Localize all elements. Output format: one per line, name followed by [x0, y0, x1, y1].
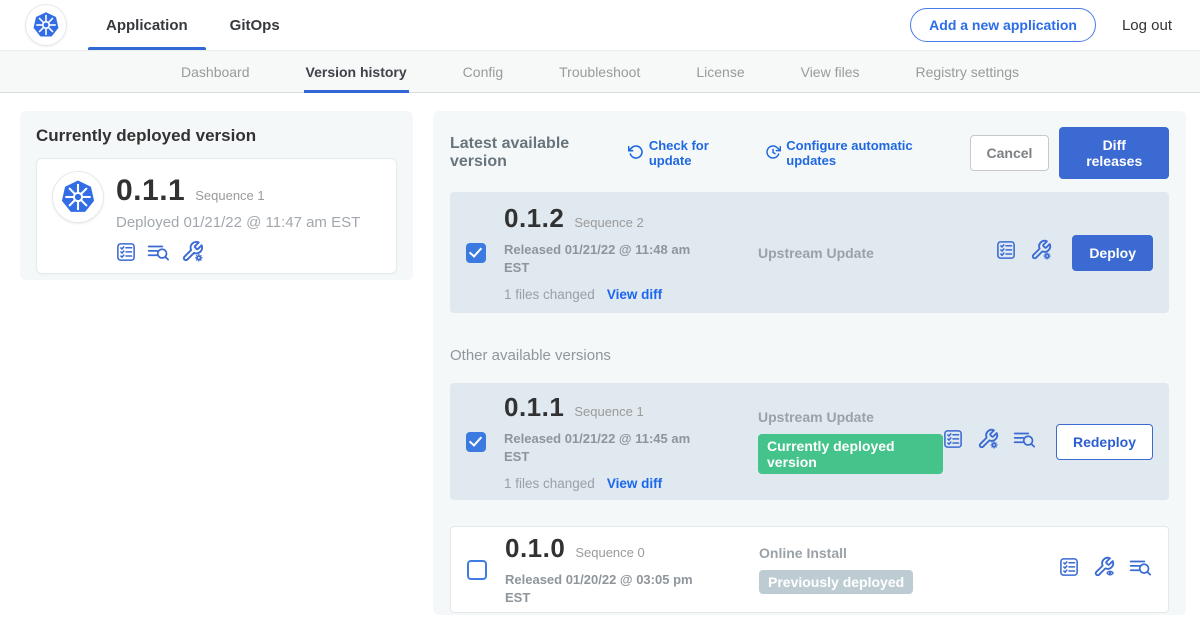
previously-deployed-badge: Previously deployed — [759, 570, 913, 594]
preflight-checks-icon[interactable] — [943, 429, 963, 454]
deployed-sequence-label: Sequence 1 — [195, 188, 264, 203]
sequence-label: Sequence 1 — [574, 404, 643, 419]
version-checkbox[interactable] — [466, 243, 486, 263]
redeploy-button[interactable]: Redeploy — [1056, 424, 1153, 460]
currently-deployed-badge: Currently deployed version — [758, 434, 943, 474]
subnav-troubleshoot[interactable]: Troubleshoot — [557, 51, 642, 92]
version-source-label: Upstream Update — [758, 409, 943, 425]
app-gitops-tabs: Application GitOps — [94, 0, 310, 50]
schedule-update-icon — [765, 144, 781, 163]
subnav-config[interactable]: Config — [461, 51, 505, 92]
files-changed-label: 1 files changed — [504, 476, 595, 491]
subnav-version-history[interactable]: Version history — [304, 51, 409, 92]
edit-config-icon[interactable] — [977, 428, 999, 455]
sequence-label: Sequence 2 — [574, 215, 643, 230]
tab-application[interactable]: Application — [94, 0, 200, 50]
app-subnav: Dashboard Version history Config Trouble… — [0, 50, 1200, 93]
configure-automatic-updates-link[interactable]: Configure automatic updates — [765, 138, 947, 168]
version-checkbox[interactable] — [467, 560, 487, 580]
view-diff-link[interactable]: View diff — [607, 476, 662, 491]
logout-button[interactable]: Log out — [1122, 17, 1172, 34]
view-config-icon[interactable] — [1093, 556, 1115, 583]
subnav-registry-settings[interactable]: Registry settings — [914, 51, 1021, 92]
latest-available-panel: Latest available version Check for updat… — [433, 111, 1186, 615]
preflight-checks-icon[interactable] — [116, 242, 136, 267]
currently-deployed-panel: Currently deployed version — [20, 111, 413, 280]
version-source-label: Upstream Update — [758, 245, 996, 261]
sequence-label: Sequence 0 — [575, 545, 644, 560]
version-row-0-1-1: 0.1.1 Sequence 1 Released 01/21/22 @ 11:… — [450, 383, 1169, 500]
view-deploy-logs-icon[interactable] — [1129, 557, 1152, 582]
add-new-application-button[interactable]: Add a new application — [910, 8, 1096, 42]
subnav-license[interactable]: License — [694, 51, 746, 92]
subnav-view-files[interactable]: View files — [799, 51, 862, 92]
deploy-button[interactable]: Deploy — [1072, 235, 1153, 271]
refresh-icon — [628, 144, 644, 163]
released-timestamp: Released 01/21/22 @ 11:45 am EST — [504, 430, 702, 465]
deployed-version-card: 0.1.1 Sequence 1 Deployed 01/21/22 @ 11:… — [36, 158, 397, 274]
top-header: Application GitOps Add a new application… — [0, 0, 1200, 50]
available-panel-title: Latest available version — [450, 135, 614, 171]
subnav-dashboard[interactable]: Dashboard — [179, 51, 252, 92]
deployed-panel-title: Currently deployed version — [36, 126, 397, 146]
released-timestamp: Released 01/20/22 @ 03:05 pm EST — [505, 571, 703, 606]
other-versions-title: Other available versions — [450, 347, 1169, 364]
view-deploy-logs-icon[interactable] — [1013, 429, 1036, 454]
preflight-checks-icon[interactable] — [996, 240, 1016, 265]
view-diff-link[interactable]: View diff — [607, 287, 662, 302]
view-deploy-logs-icon[interactable] — [147, 242, 170, 267]
diff-releases-button[interactable]: Diff releases — [1059, 127, 1169, 179]
version-number: 0.1.0 — [505, 533, 565, 564]
version-number: 0.1.1 — [504, 392, 564, 423]
files-changed-label: 1 files changed — [504, 287, 595, 302]
edit-config-icon[interactable] — [1030, 239, 1052, 266]
kubernetes-logo-icon — [26, 5, 66, 45]
app-kubernetes-icon — [53, 172, 103, 222]
cancel-button[interactable]: Cancel — [970, 135, 1050, 171]
version-row-0-1-2: 0.1.2 Sequence 2 Released 01/21/22 @ 11:… — [450, 192, 1169, 313]
deployed-version-number: 0.1.1 — [116, 174, 185, 208]
tab-gitops[interactable]: GitOps — [218, 0, 292, 50]
version-source-label: Online Install — [759, 545, 1059, 561]
version-row-0-1-0: 0.1.0 Sequence 0 Released 01/20/22 @ 03:… — [450, 526, 1169, 613]
deployed-timestamp: Deployed 01/21/22 @ 11:47 am EST — [116, 214, 360, 231]
check-for-update-link[interactable]: Check for update — [628, 138, 743, 168]
version-number: 0.1.2 — [504, 203, 564, 234]
preflight-checks-icon[interactable] — [1059, 557, 1079, 582]
released-timestamp: Released 01/21/22 @ 11:48 am EST — [504, 241, 702, 276]
version-checkbox[interactable] — [466, 432, 486, 452]
edit-config-icon[interactable] — [181, 240, 204, 268]
